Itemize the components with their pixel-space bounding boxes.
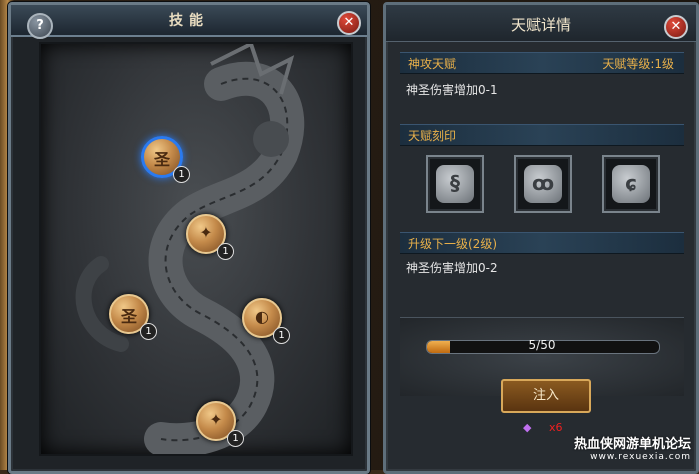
talent-node-4[interactable]: ◐ 1: [242, 298, 290, 344]
talent-node-2[interactable]: ✦ 1: [186, 214, 234, 260]
talent-node-glyph: ✦: [199, 223, 213, 242]
rune-mark: ꝏ: [531, 171, 555, 195]
rune-slot-3[interactable]: ɕ: [602, 155, 660, 213]
imprint-bar: 天赋刻印: [400, 124, 684, 146]
talent-node-1[interactable]: 圣 1: [141, 136, 190, 183]
skill-panel: ? 技能 ✕ 圣 1 ✦ 1 圣 1 ◐ 1 ✦ 1: [8, 2, 370, 474]
skill-close-button[interactable]: ✕: [337, 11, 361, 35]
talent-node-glyph: ✦: [209, 410, 223, 429]
rune-mark: ɕ: [625, 171, 637, 195]
talent-node-level: 1: [273, 327, 290, 344]
skill-panel-title: 技能: [169, 13, 209, 29]
imprint-label: 天赋刻印: [408, 129, 457, 143]
talent-node-level: 1: [140, 323, 157, 340]
talent-node-level: 1: [173, 166, 190, 183]
rune-slot-2[interactable]: ꝏ: [514, 155, 572, 213]
talent-node-glyph: 圣: [120, 307, 137, 326]
next-level-bar: 升级下一级(2级): [400, 232, 684, 254]
skill-panel-header: ? 技能 ✕: [11, 5, 367, 39]
talent-node-5[interactable]: ✦ 1: [196, 401, 244, 447]
talent-node-glyph: 圣: [153, 150, 170, 169]
talent-node-glyph: ◐: [255, 307, 269, 326]
next-effect: 神圣伤害增加0-2: [406, 261, 498, 275]
detail-panel-title: 天赋详情: [510, 16, 571, 34]
site-watermark: 热血侠网游单机论坛 www.rexuexia.com: [574, 433, 691, 462]
rune-slot-1[interactable]: §: [426, 155, 484, 213]
talent-name: 神攻天赋: [408, 57, 457, 71]
talent-node-level: 1: [217, 243, 234, 260]
watermark-url: www.rexuexia.com: [590, 452, 691, 462]
talent-node-3[interactable]: 圣 1: [109, 294, 157, 340]
talent-level: 天赋等级:1级: [602, 57, 674, 71]
rune-mark: §: [450, 171, 460, 195]
detail-close-button[interactable]: ✕: [664, 15, 688, 39]
watermark-title: 热血侠网游单机论坛: [573, 437, 691, 452]
next-level-label: 升级下一级(2级): [408, 237, 497, 251]
talent-name-bar: 神攻天赋 天赋等级:1级: [400, 52, 684, 74]
current-effect: 神圣伤害增加0-1: [406, 83, 498, 97]
item-count: x6: [549, 421, 563, 434]
talent-detail-panel: 天赋详情 ✕ 神攻天赋 天赋等级:1级 神圣伤害增加0-1 天赋刻印 § ꝏ ɕ…: [383, 2, 699, 474]
crystal-icon: ◆: [523, 421, 532, 434]
talent-node-level: 1: [227, 430, 244, 447]
dragon-talent-tree: 圣 1 ✦ 1 圣 1 ◐ 1 ✦ 1: [39, 42, 353, 456]
progress-text: 5/50: [528, 338, 556, 352]
detail-panel-header: 天赋详情 ✕: [386, 5, 696, 42]
inject-button[interactable]: 注入: [501, 379, 591, 413]
